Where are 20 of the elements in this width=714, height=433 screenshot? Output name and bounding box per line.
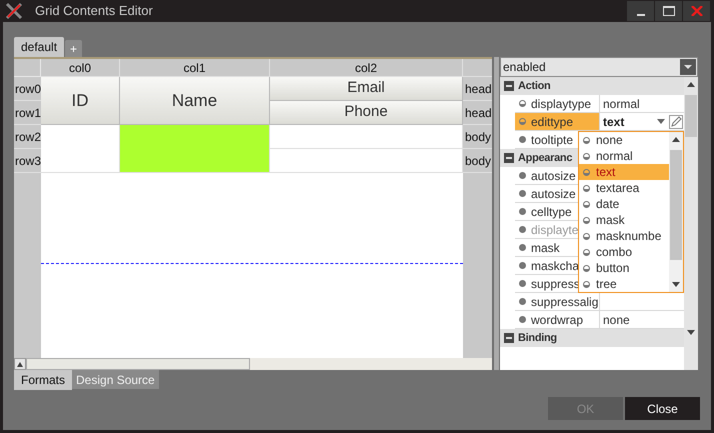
header-cell: ID: [41, 77, 120, 125]
row-header: row1: [14, 101, 41, 125]
header-cell: Name: [120, 77, 270, 125]
combo-value: enabled: [502, 59, 547, 76]
row-header: row3: [14, 149, 41, 173]
column-header: col0: [41, 59, 120, 77]
band-label: body: [463, 149, 492, 173]
header-cell: Email: [270, 77, 463, 101]
header-cell: Phone: [270, 101, 463, 125]
group-label: Action: [518, 78, 550, 94]
row-header: row0: [14, 77, 41, 101]
group-label: Binding: [518, 330, 557, 346]
band-label: head: [463, 101, 492, 125]
group-label: Appearanc: [518, 150, 572, 166]
window-title: Grid Contents Editor: [35, 2, 153, 20]
column-header: col2: [270, 59, 463, 77]
row-header: row2: [14, 125, 41, 149]
band-label: body: [463, 125, 492, 149]
band-label: head: [463, 77, 492, 101]
column-header: col1: [120, 59, 270, 77]
